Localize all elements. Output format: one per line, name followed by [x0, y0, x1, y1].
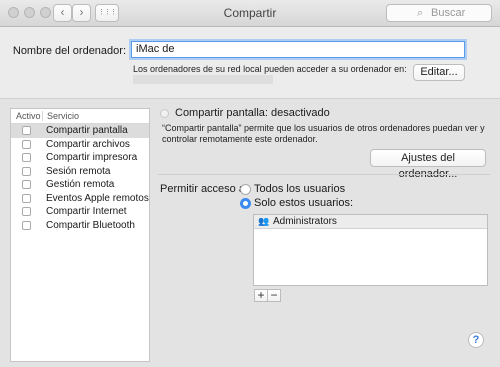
service-label: Compartir archivos: [46, 138, 130, 150]
search-icon: ⌕: [417, 7, 424, 19]
add-user-button[interactable]: +: [254, 289, 268, 302]
service-label: Eventos Apple remotos: [46, 192, 149, 204]
sharing-main: Activo Servicio Compartir pantalla Compa…: [0, 99, 500, 367]
service-checkbox[interactable]: [22, 166, 31, 176]
service-label: Compartir pantalla: [46, 125, 128, 136]
header-service: Servicio: [47, 111, 80, 121]
group-icon: 👥: [258, 216, 270, 226]
search-input[interactable]: ⌕ Buscar: [386, 4, 492, 22]
service-list: Activo Servicio Compartir pantalla Compa…: [10, 108, 150, 362]
service-row-compartir-impresora[interactable]: Compartir impresora: [11, 151, 149, 165]
users-list: 👥 Administrators: [253, 214, 488, 286]
search-placeholder: Buscar: [431, 7, 466, 19]
computer-name-field[interactable]: iMac de: [131, 41, 465, 58]
computer-name-section: Nombre del ordenador: iMac de Los ordena…: [0, 27, 500, 99]
service-checkbox[interactable]: [22, 207, 31, 216]
edit-button[interactable]: Editar...: [413, 64, 465, 81]
status-indicator-icon: [160, 109, 169, 118]
detail-status: Compartir pantalla: desactivado: [175, 107, 330, 119]
service-row-compartir-pantalla[interactable]: Compartir pantalla: [11, 124, 149, 138]
option-only-users-label[interactable]: Solo estos usuarios:: [254, 197, 353, 209]
service-row-compartir-archivos[interactable]: Compartir archivos: [11, 138, 149, 152]
sharing-window: ‹ › ⋮⋮⋮ Compartir ⌕ Buscar Nombre del or…: [0, 0, 500, 367]
service-checkbox[interactable]: [22, 153, 31, 162]
service-row-compartir-internet[interactable]: Compartir Internet: [11, 205, 149, 219]
service-row-compartir-bluetooth[interactable]: Compartir Bluetooth: [11, 219, 149, 233]
help-button[interactable]: ?: [468, 332, 484, 348]
service-label: Compartir Internet: [46, 206, 127, 217]
computer-name-label: Nombre del ordenador:: [12, 45, 126, 57]
service-row-eventos-apple[interactable]: Eventos Apple remotos: [11, 192, 149, 206]
service-checkbox[interactable]: [22, 193, 31, 203]
computer-settings-button[interactable]: Ajustes del ordenador...: [370, 149, 486, 180]
local-network-text: Los ordenadores de su red local pueden a…: [133, 64, 407, 74]
local-address-redacted: [133, 75, 273, 84]
header-active: Activo: [16, 111, 41, 121]
service-label: Sesión remota: [46, 165, 111, 177]
access-label: Permitir acceso a:: [160, 183, 249, 195]
titlebar: ‹ › ⋮⋮⋮ Compartir ⌕ Buscar: [0, 0, 500, 27]
service-checkbox[interactable]: [22, 126, 31, 135]
header-separator: [42, 111, 43, 121]
service-label: Compartir Bluetooth: [46, 219, 135, 231]
service-checkbox[interactable]: [22, 180, 31, 189]
radio-all-users[interactable]: [240, 184, 251, 195]
user-row[interactable]: 👥 Administrators: [254, 215, 487, 229]
service-label: Compartir impresora: [46, 152, 138, 163]
service-row-gestion-remota[interactable]: Gestión remota: [11, 178, 149, 192]
service-row-sesion-remota[interactable]: Sesión remota: [11, 165, 149, 179]
service-list-header: Activo Servicio: [11, 109, 149, 124]
service-label: Gestión remota: [46, 179, 115, 190]
remove-user-button[interactable]: −: [267, 289, 281, 302]
user-label: Administrators: [273, 216, 337, 227]
divider: [158, 174, 490, 175]
service-checkbox[interactable]: [22, 139, 31, 149]
option-all-users-label[interactable]: Todos los usuarios: [254, 183, 345, 195]
service-checkbox[interactable]: [22, 220, 31, 230]
detail-description: “Compartir pantalla” permite que los usu…: [162, 123, 485, 144]
radio-only-these-users[interactable]: [240, 198, 251, 209]
